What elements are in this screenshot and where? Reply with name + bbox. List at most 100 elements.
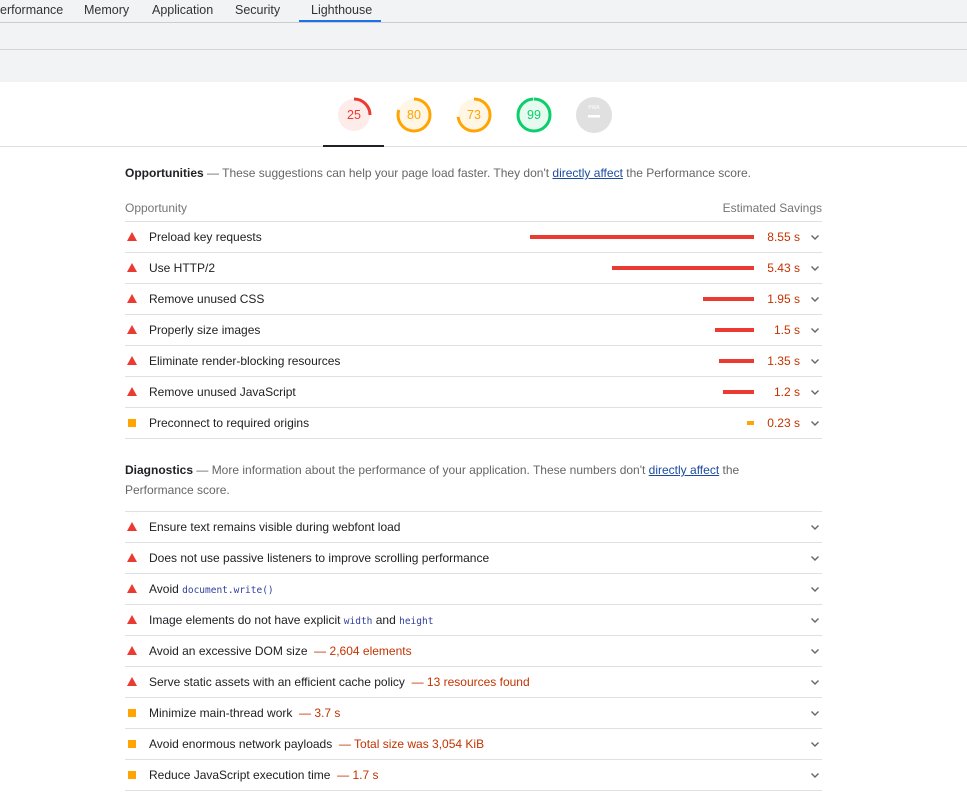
fail-triangle-icon	[127, 356, 137, 365]
opportunity-title: Preconnect to required origins	[149, 416, 310, 430]
estimated-savings-value: 1.35 s	[767, 354, 800, 368]
opportunities-description: These suggestions can help your page loa…	[222, 166, 553, 180]
savings-bar	[714, 328, 754, 332]
opportunity-row[interactable]: Preconnect to required origins 0.23 s	[125, 408, 822, 439]
diagnostic-text: Avoid enormous network payloads	[149, 737, 333, 751]
tab-security[interactable]: Security	[223, 0, 292, 22]
directly-affect-link[interactable]: directly affect	[649, 463, 719, 477]
display-value: 1.7 s	[352, 768, 379, 782]
inline-code: document.write()	[182, 585, 274, 596]
diagnostics-description-line2: Performance score.	[125, 483, 230, 497]
opportunity-row[interactable]: Remove unused JavaScript 1.2 s	[125, 377, 822, 408]
report-url-bar	[0, 50, 967, 82]
gauge-performance[interactable]: 25	[335, 96, 373, 134]
display-value-dash: —	[330, 768, 353, 782]
opportunities-dash: —	[203, 166, 223, 180]
chevron-down-icon[interactable]	[810, 614, 820, 624]
diagnostic-row[interactable]: Minimize main-thread work — 3.7 s	[125, 698, 822, 729]
diagnostic-text: and	[372, 613, 400, 627]
diagnostic-title: Does not use passive listeners to improv…	[149, 551, 489, 565]
diagnostic-text: Does not use passive listeners to improv…	[149, 551, 490, 565]
gauge-accessibility[interactable]: 80	[395, 96, 433, 134]
fail-triangle-icon	[127, 677, 137, 686]
inline-code: height	[399, 616, 434, 627]
savings-bar	[702, 297, 754, 301]
diagnostic-row[interactable]: Avoid an excessive DOM size — 2,604 elem…	[125, 636, 822, 667]
chevron-down-icon[interactable]	[810, 231, 820, 241]
chevron-down-icon[interactable]	[810, 417, 820, 427]
diagnostic-text: Serve static assets with an efficient ca…	[149, 675, 405, 689]
estimated-savings-value: 0.23 s	[767, 416, 800, 430]
savings-bar	[530, 235, 754, 239]
display-value: Total size was 3,054 KiB	[354, 737, 485, 751]
diagnostics-description: More information about the performance o…	[211, 463, 649, 477]
opportunity-row[interactable]: Eliminate render-blocking resources 1.35 …	[125, 346, 822, 377]
chevron-down-icon[interactable]	[810, 738, 820, 748]
opportunity-row[interactable]: Use HTTP/2 5.43 s	[125, 253, 822, 284]
inline-code: width	[343, 616, 373, 627]
diagnostic-title: Avoid enormous network payloads — Total …	[149, 737, 484, 751]
chevron-down-icon[interactable]	[810, 293, 820, 303]
estimated-savings-value: 1.95 s	[767, 292, 800, 306]
diagnostic-row[interactable]: Image elements do not have explicit widt…	[125, 605, 822, 636]
opportunity-title: Properly size images	[149, 323, 261, 337]
fail-triangle-icon	[127, 584, 137, 593]
gauge-best-practices[interactable]: 73	[455, 96, 493, 134]
diagnostic-row[interactable]: Avoid document.write()	[125, 574, 822, 605]
opportunities-title: Opportunities	[125, 166, 204, 180]
diagnostic-text: Minimize main-thread work	[149, 706, 293, 720]
chevron-down-icon[interactable]	[810, 645, 820, 655]
fail-triangle-icon	[127, 553, 137, 562]
gauge-pwa[interactable]: PWA	[575, 96, 613, 134]
fail-triangle-icon	[127, 232, 137, 241]
chevron-down-icon[interactable]	[810, 552, 820, 562]
opportunity-title: Remove unused JavaScript	[149, 385, 296, 399]
diagnostic-row[interactable]: Avoid enormous network payloads — Total …	[125, 729, 822, 760]
lighthouse-toolbar	[0, 23, 967, 50]
chevron-down-icon[interactable]	[810, 262, 820, 272]
directly-affect-link[interactable]: directly affect	[552, 166, 622, 180]
diagnostic-text: Ensure text remains visible during webfo…	[149, 520, 401, 534]
opportunity-title: Preload key requests	[149, 230, 262, 244]
diagnostic-row[interactable]: Ensure text remains visible during webfo…	[125, 512, 822, 543]
average-square-icon	[128, 709, 136, 717]
opportunity-column-label: Opportunity	[125, 201, 188, 215]
opportunity-row[interactable]: Preload key requests 8.55 s	[125, 222, 822, 253]
chevron-down-icon[interactable]	[810, 521, 820, 531]
chevron-down-icon[interactable]	[810, 324, 820, 334]
diagnostics-title: Diagnostics	[125, 463, 194, 477]
chevron-down-icon[interactable]	[810, 676, 820, 686]
diagnostic-title: Reduce JavaScript execution time — 1.7 s	[149, 768, 378, 782]
chevron-down-icon[interactable]	[810, 707, 820, 717]
chevron-down-icon[interactable]	[810, 355, 820, 365]
tab-performance[interactable]: erformance	[0, 0, 75, 22]
fail-triangle-icon	[127, 615, 137, 624]
diagnostic-row[interactable]: Does not use passive listeners to improv…	[125, 543, 822, 574]
tab-lighthouse[interactable]: Lighthouse	[299, 0, 381, 22]
diagnostic-title: Avoid an excessive DOM size — 2,604 elem…	[149, 644, 412, 658]
opportunity-row[interactable]: Properly size images 1.5 s	[125, 315, 822, 346]
score-gauges: 25 80 73 99 PWA	[0, 82, 967, 147]
diagnostic-text: Image elements do not have explicit	[149, 613, 344, 627]
gauge-seo[interactable]: 99	[515, 96, 553, 134]
diagnostic-row[interactable]: Serve static assets with an efficient ca…	[125, 667, 822, 698]
estimated-savings-column-label: Estimated Savings	[722, 201, 822, 215]
fail-triangle-icon	[127, 325, 137, 334]
diagnostic-text: Reduce JavaScript execution time	[149, 768, 331, 782]
chevron-down-icon[interactable]	[810, 583, 820, 593]
chevron-down-icon[interactable]	[810, 769, 820, 779]
tab-memory[interactable]: Memory	[72, 0, 141, 22]
diagnostic-row[interactable]: Reduce JavaScript execution time — 1.7 s	[125, 760, 822, 791]
gauge-score: 25	[347, 108, 361, 122]
opportunity-title: Use HTTP/2	[149, 261, 216, 275]
tab-application[interactable]: Application	[140, 0, 225, 22]
display-value: 3.7 s	[314, 706, 341, 720]
opportunity-row[interactable]: Remove unused CSS 1.95 s	[125, 284, 822, 315]
diagnostic-title: Image elements do not have explicit widt…	[149, 613, 433, 627]
diagnostic-title: Minimize main-thread work — 3.7 s	[149, 706, 340, 720]
diagnostic-text: Avoid	[149, 582, 183, 596]
diagnostics-description-end: the	[719, 463, 740, 477]
diagnostics-header: Diagnostics — More information about the…	[125, 460, 765, 500]
diagnostic-title: Avoid document.write()	[149, 582, 274, 596]
chevron-down-icon[interactable]	[810, 386, 820, 396]
